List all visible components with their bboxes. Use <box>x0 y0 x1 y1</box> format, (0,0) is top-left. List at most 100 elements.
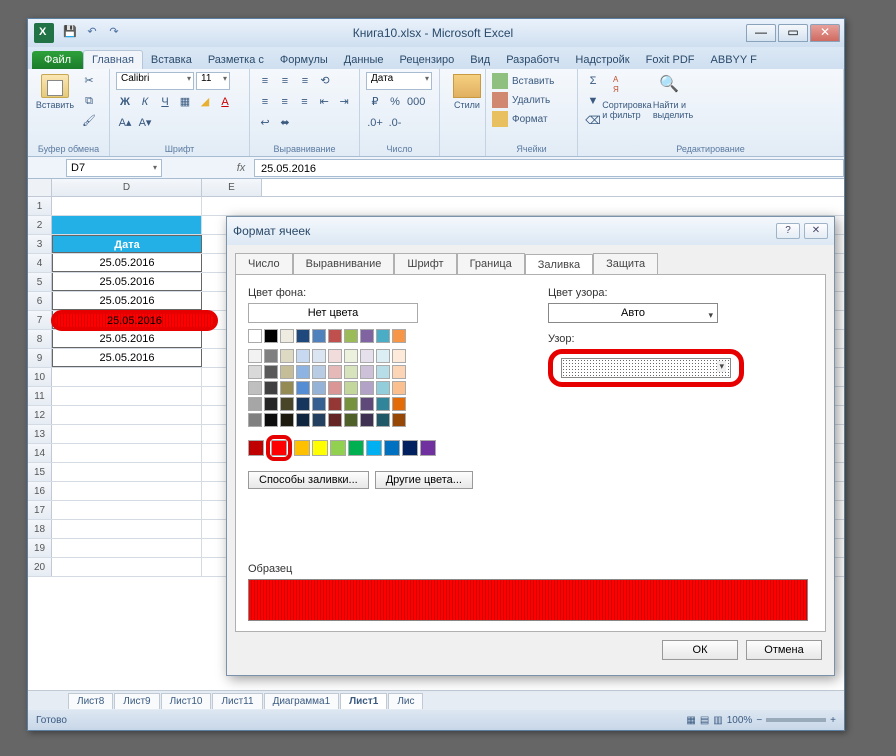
dec-inc-button[interactable]: .0+ <box>366 114 384 132</box>
align-center-button[interactable]: ≡ <box>276 93 294 111</box>
shrink-font-button[interactable]: A▾ <box>136 114 154 132</box>
row-header[interactable]: 4 <box>28 254 52 272</box>
color-swatch[interactable] <box>280 413 294 427</box>
orientation-button[interactable]: ⟲ <box>316 72 334 90</box>
color-swatch[interactable] <box>248 440 264 456</box>
color-swatch[interactable] <box>328 413 342 427</box>
pattern-dropdown[interactable] <box>561 358 731 378</box>
clear-button[interactable]: ⌫ <box>584 112 602 130</box>
color-swatch[interactable] <box>280 365 294 379</box>
cell[interactable]: Дата <box>52 235 202 253</box>
row-header[interactable]: 14 <box>28 444 52 462</box>
row-header[interactable]: 3 <box>28 235 52 253</box>
name-box[interactable]: D7 <box>66 159 162 177</box>
color-swatch-red[interactable] <box>271 440 287 456</box>
color-swatch[interactable] <box>296 349 310 363</box>
tab-protection[interactable]: Защита <box>593 253 658 274</box>
cell[interactable] <box>52 463 202 481</box>
color-swatch[interactable] <box>376 397 390 411</box>
color-swatch[interactable] <box>360 381 374 395</box>
no-color-button[interactable]: Нет цвета <box>248 303 418 323</box>
currency-button[interactable]: ₽ <box>366 93 384 111</box>
color-swatch[interactable] <box>296 329 310 343</box>
dialog-help-button[interactable]: ? <box>776 223 800 239</box>
color-swatch[interactable] <box>312 440 328 456</box>
cell[interactable] <box>52 425 202 443</box>
align-right-button[interactable]: ≡ <box>296 93 314 111</box>
color-swatch[interactable] <box>312 381 326 395</box>
cell[interactable] <box>52 539 202 557</box>
tab-alignment[interactable]: Выравнивание <box>293 253 395 274</box>
color-swatch[interactable] <box>264 329 278 343</box>
color-swatch[interactable] <box>360 413 374 427</box>
align-left-button[interactable]: ≡ <box>256 93 274 111</box>
redo-button[interactable]: ↷ <box>106 25 122 41</box>
color-swatch[interactable] <box>392 329 406 343</box>
col-header-d[interactable]: D <box>52 179 202 196</box>
fill-color-button[interactable]: ◢ <box>196 93 214 111</box>
color-swatch[interactable] <box>344 349 358 363</box>
color-swatch[interactable] <box>392 365 406 379</box>
row-header[interactable]: 1 <box>28 197 52 215</box>
color-swatch[interactable] <box>280 329 294 343</box>
cell[interactable] <box>52 520 202 538</box>
row-header[interactable]: 12 <box>28 406 52 424</box>
format-painter-button[interactable]: 🖌 <box>80 112 98 130</box>
align-bot-button[interactable]: ≡ <box>296 72 314 90</box>
color-swatch[interactable] <box>376 413 390 427</box>
color-swatch[interactable] <box>376 349 390 363</box>
minimize-button[interactable]: — <box>746 24 776 42</box>
color-swatch[interactable] <box>402 440 418 456</box>
tab-insert[interactable]: Вставка <box>143 51 200 69</box>
color-swatch[interactable] <box>392 413 406 427</box>
color-swatch[interactable] <box>264 349 278 363</box>
row-header[interactable]: 2 <box>28 216 52 234</box>
color-swatch[interactable] <box>296 365 310 379</box>
view-normal-button[interactable]: ▦ <box>686 715 695 726</box>
cell[interactable] <box>52 558 202 576</box>
color-swatch[interactable] <box>248 329 262 343</box>
tab-addins[interactable]: Надстройк <box>567 51 637 69</box>
row-header[interactable]: 8 <box>28 330 52 348</box>
sheet-tab[interactable]: Диаграмма1 <box>264 693 340 709</box>
dialog-close-button[interactable]: ✕ <box>804 223 828 239</box>
zoom-in-button[interactable]: + <box>830 715 836 726</box>
color-swatch[interactable] <box>360 397 374 411</box>
color-swatch[interactable] <box>330 440 346 456</box>
align-top-button[interactable]: ≡ <box>256 72 274 90</box>
color-swatch[interactable] <box>312 365 326 379</box>
color-swatch[interactable] <box>360 365 374 379</box>
tab-data[interactable]: Данные <box>336 51 392 69</box>
save-button[interactable]: 💾 <box>62 25 78 41</box>
color-swatch[interactable] <box>296 397 310 411</box>
tab-review[interactable]: Рецензиро <box>392 51 463 69</box>
tab-developer[interactable]: Разработч <box>498 51 567 69</box>
underline-button[interactable]: Ч <box>156 93 174 111</box>
paste-button[interactable]: Вставить <box>34 72 76 144</box>
color-swatch[interactable] <box>312 329 326 343</box>
color-swatch[interactable] <box>248 413 262 427</box>
more-colors-button[interactable]: Другие цвета... <box>375 471 473 489</box>
color-swatch[interactable] <box>366 440 382 456</box>
cell[interactable] <box>52 387 202 405</box>
sheet-tab[interactable]: Лис <box>388 693 423 709</box>
row-header[interactable]: 11 <box>28 387 52 405</box>
color-swatch[interactable] <box>328 397 342 411</box>
color-swatch[interactable] <box>328 329 342 343</box>
color-swatch[interactable] <box>384 440 400 456</box>
cell[interactable] <box>52 216 202 234</box>
color-swatch[interactable] <box>328 381 342 395</box>
color-swatch[interactable] <box>344 365 358 379</box>
cell[interactable] <box>52 501 202 519</box>
indent-inc-button[interactable]: ⇥ <box>335 93 353 111</box>
zoom-slider[interactable] <box>766 718 826 722</box>
color-swatch[interactable] <box>264 397 278 411</box>
col-header-e[interactable]: E <box>202 179 262 196</box>
comma-button[interactable]: 000 <box>406 93 424 111</box>
row-header[interactable]: 19 <box>28 539 52 557</box>
bold-button[interactable]: Ж <box>116 93 134 111</box>
tab-fill[interactable]: Заливка <box>525 254 593 275</box>
color-swatch[interactable] <box>328 349 342 363</box>
autosum-button[interactable]: Σ <box>584 72 602 90</box>
dec-dec-button[interactable]: .0- <box>386 114 404 132</box>
